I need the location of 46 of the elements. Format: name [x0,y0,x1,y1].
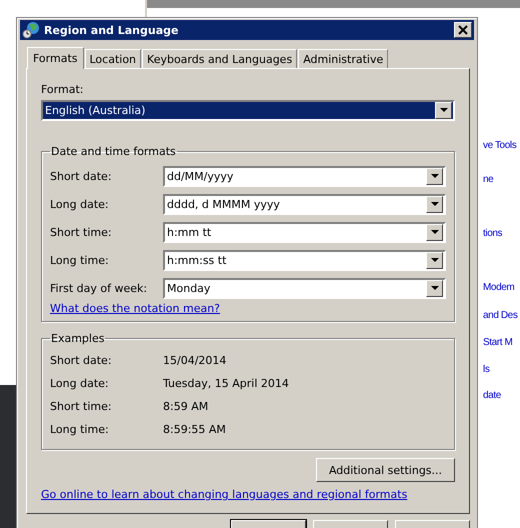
control-panel-link[interactable]: ve Tools [483,140,516,151]
example-value: 15/04/2014 [163,354,226,367]
dropdown-arrow-icon [430,230,438,234]
dropdown-arrow-icon [440,108,448,113]
field-label: Long time: [50,254,110,266]
control-panel-link[interactable]: ne [483,174,494,185]
notation-help-link[interactable]: What does the notation mean? [50,302,220,315]
control-panel-link[interactable]: ls [483,364,490,375]
example-label: Long date: [50,377,110,390]
format-dropdown[interactable]: h:mm tt [163,222,446,242]
field-label: Long date: [50,198,110,210]
example-value: 8:59 AM [163,400,208,413]
example-label: Short time: [50,400,113,413]
field-label: Short time: [50,226,113,238]
tab[interactable]: Location [84,49,142,68]
example-value: Tuesday, 15 April 2014 [163,377,289,390]
example-label: Short date: [50,354,113,367]
tab[interactable]: Keyboards and Languages [142,49,298,68]
control-panel-link[interactable]: tions [483,228,502,239]
format-dropdown[interactable]: dddd, d MMMM yyyy [163,194,446,214]
control-panel-link[interactable]: Start M [483,337,512,348]
format-dropdown[interactable]: English (Australia) [41,100,455,121]
format-dropdown[interactable]: h:mm:ss tt [163,250,446,270]
example-label: Long time: [50,423,110,436]
dropdown-arrow-icon [430,174,438,178]
dropdown-arrow-icon [430,286,438,290]
close-button[interactable] [454,22,472,38]
control-panel-link[interactable]: and Des [483,310,518,321]
dropdown-arrow-icon [430,258,438,262]
window-title: Region and Language [44,24,180,36]
control-panel-link[interactable]: Modem [483,282,514,293]
format-dropdown[interactable]: Monday [163,278,446,298]
example-value: 8:59:55 AM [163,423,226,436]
tab[interactable]: Formats [27,47,84,69]
format-label: Format: [41,83,84,96]
control-panel-link[interactable]: date [483,390,501,401]
group-title: Date and time formats [50,145,177,158]
globe-icon [22,21,40,39]
online-help-link[interactable]: Go online to learn about changing languages and regional formats [41,488,455,501]
field-label: Short date: [50,170,113,182]
additional-settings-button[interactable]: Additional settings... [316,458,455,482]
tab[interactable]: Administrative [298,49,388,68]
field-label: First day of week: [50,282,148,294]
format-dropdown[interactable]: dd/MM/yyyy [163,166,446,186]
group-title: Examples [50,332,106,345]
dropdown-arrow-icon [430,202,438,206]
